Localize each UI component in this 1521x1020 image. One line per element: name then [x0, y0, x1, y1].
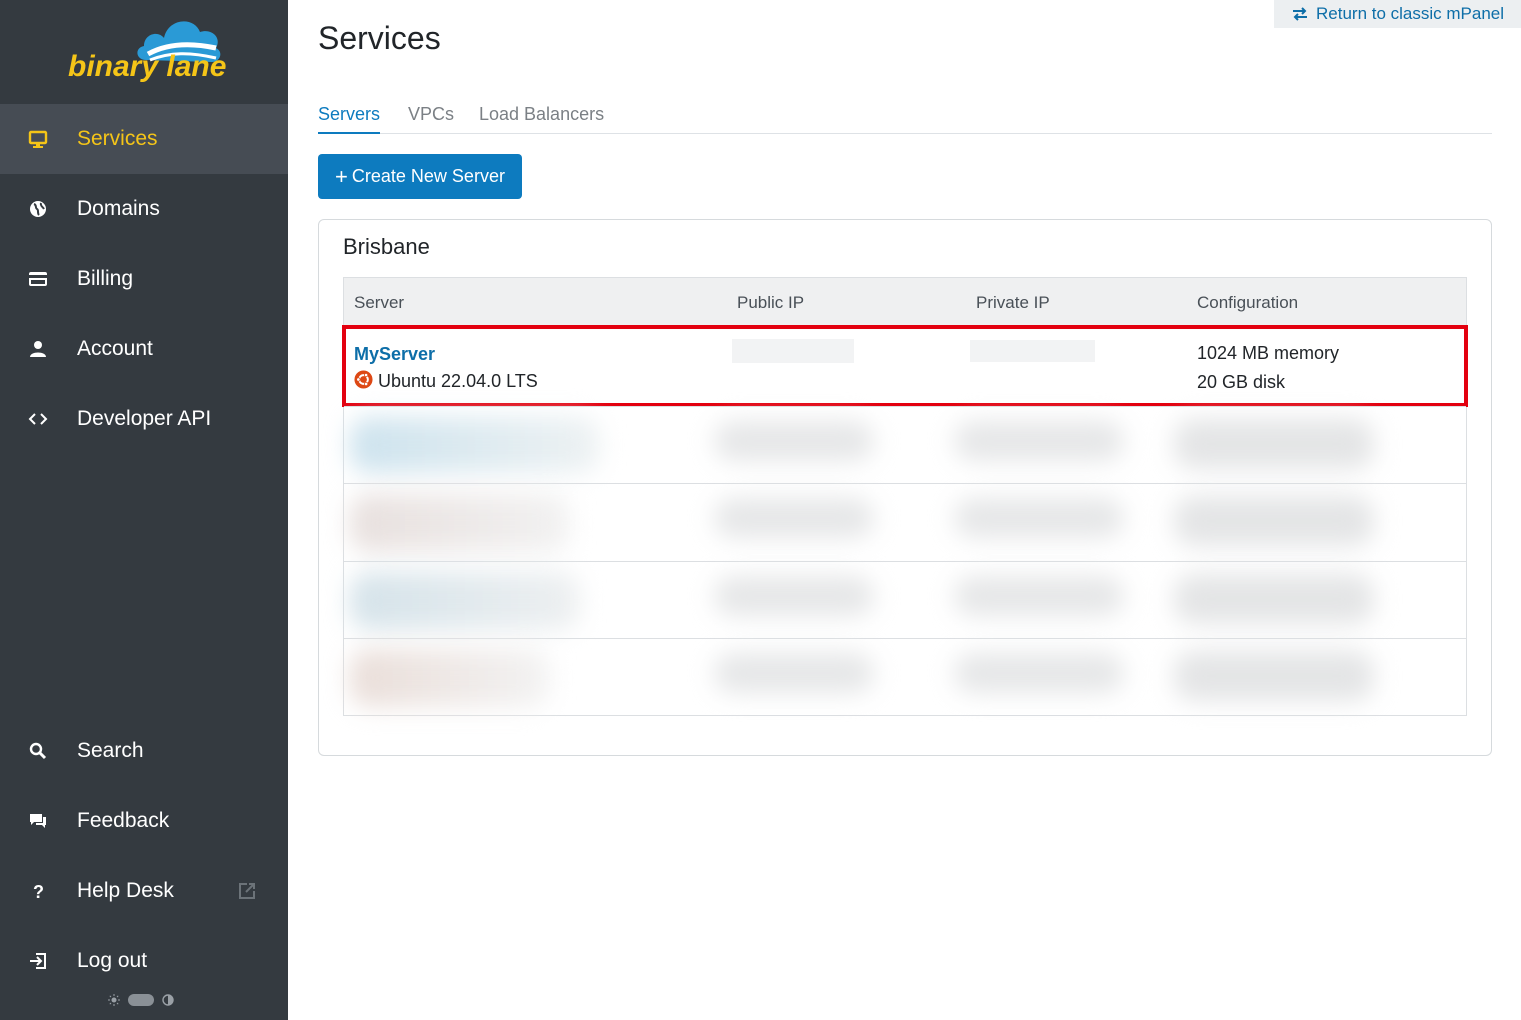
server-os: Ubuntu 22.04.0 LTS — [378, 371, 538, 391]
region-card: Brisbane Server Public IP Private IP Con… — [318, 219, 1492, 756]
sidebar-item-label: Log out — [77, 949, 148, 972]
sidebar-item-billing[interactable]: Billing — [0, 244, 288, 314]
sidebar-item-services[interactable]: Services — [0, 104, 288, 174]
server-disk: 20 GB disk — [1197, 372, 1286, 392]
blurred-row — [344, 561, 1466, 638]
search-icon — [27, 740, 49, 762]
sidebar-item-label: Domains — [77, 197, 160, 220]
theme-switch[interactable] — [128, 994, 154, 1006]
tab-bar: Servers VPCs Load Balancers — [318, 104, 1492, 134]
column-header-configuration: Configuration — [1197, 293, 1299, 312]
monitor-icon — [27, 128, 49, 150]
person-icon — [27, 338, 49, 360]
sun-icon — [108, 994, 120, 1006]
plus-icon: + — [335, 163, 348, 189]
blurred-row — [344, 406, 1466, 483]
sidebar-item-feedback[interactable]: Feedback — [0, 786, 288, 856]
server-memory: 1024 MB memory — [1197, 343, 1340, 363]
public-ip-redacted — [732, 339, 854, 363]
sidebar-item-label: Billing — [77, 267, 134, 290]
question-icon: ? — [27, 880, 49, 902]
logout-icon — [27, 950, 49, 972]
sidebar-item-help-desk[interactable]: ? Help Desk — [0, 856, 288, 926]
sidebar-item-label: Developer API — [77, 407, 212, 430]
blurred-row — [344, 638, 1466, 715]
code-icon — [27, 408, 49, 430]
sidebar-item-logout[interactable]: Log out — [0, 926, 288, 996]
column-header-public-ip: Public IP — [737, 293, 805, 312]
page-title: Services — [318, 20, 441, 56]
sidebar-item-developer-api[interactable]: Developer API — [0, 384, 288, 454]
blurred-row — [344, 483, 1466, 561]
tab-servers[interactable]: Servers — [318, 104, 381, 134]
sidebar: binary lane Services Domains Billing Acc… — [0, 0, 288, 1020]
swap-arrows-icon — [1293, 7, 1307, 21]
contrast-icon — [162, 994, 174, 1006]
servers-table: Server Public IP Private IP Configuratio… — [342, 277, 1468, 716]
column-header-private-ip: Private IP — [976, 293, 1050, 312]
private-ip-redacted — [970, 340, 1095, 362]
create-button-label: Create New Server — [351, 166, 505, 186]
globe-icon — [27, 198, 49, 220]
chat-icon — [27, 810, 49, 832]
return-to-classic-link[interactable]: Return to classic mPanel — [1274, 0, 1521, 28]
sidebar-item-account[interactable]: Account — [0, 314, 288, 384]
tab-vpcs[interactable]: VPCs — [408, 104, 454, 134]
svg-text:?: ? — [33, 882, 44, 901]
sidebar-item-label: Services — [77, 127, 158, 150]
svg-text:binary lane: binary lane — [68, 50, 226, 83]
ubuntu-icon — [354, 370, 373, 389]
sidebar-item-domains[interactable]: Domains — [0, 174, 288, 244]
sidebar-item-label: Help Desk — [77, 879, 174, 902]
external-link-icon — [239, 883, 255, 899]
classic-link-label: Return to classic mPanel — [1316, 4, 1505, 23]
highlight-box — [342, 325, 1468, 407]
sidebar-item-label: Search — [77, 739, 144, 762]
sidebar-item-search[interactable]: Search — [0, 716, 288, 786]
theme-toggle[interactable] — [108, 992, 180, 1008]
column-header-server: Server — [354, 293, 405, 312]
sidebar-item-label: Feedback — [77, 809, 170, 832]
create-new-server-button[interactable]: + Create New Server — [318, 154, 522, 199]
server-name-link[interactable]: MyServer — [354, 344, 435, 365]
sidebar-item-label: Account — [77, 337, 153, 360]
credit-card-icon — [27, 268, 49, 290]
region-title: Brisbane — [343, 234, 430, 259]
table-header: Server Public IP Private IP Configuratio… — [344, 278, 1466, 326]
binary-lane-logo[interactable]: binary lane — [66, 14, 226, 90]
tab-load-balancers[interactable]: Load Balancers — [479, 104, 604, 134]
